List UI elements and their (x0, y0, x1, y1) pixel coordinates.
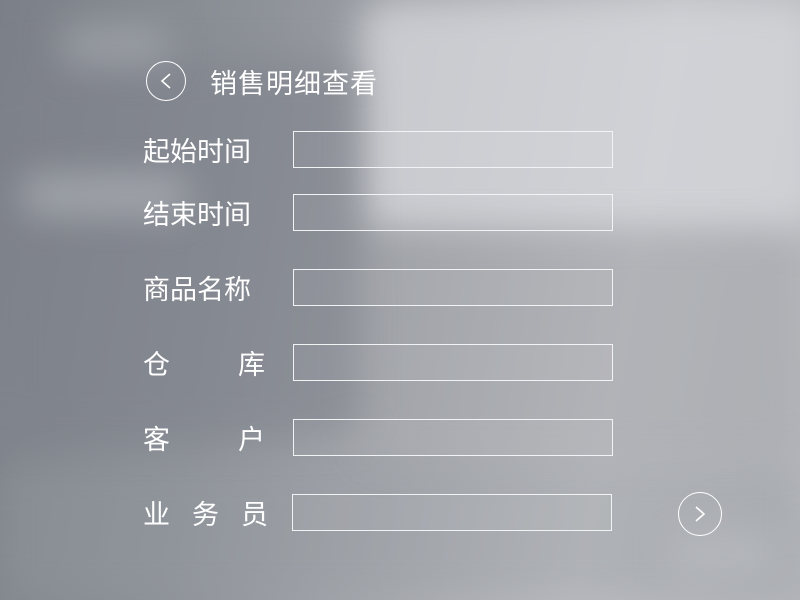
label-text: 户 (238, 424, 265, 456)
start-time-input[interactable] (293, 130, 613, 168)
end-time-input[interactable] (293, 193, 613, 231)
customer-input[interactable] (293, 418, 613, 456)
back-button[interactable] (146, 61, 186, 101)
label-text: 仓 (143, 349, 170, 381)
form-row-product-name: 商品名称 (143, 268, 613, 306)
next-button[interactable] (678, 492, 722, 536)
warehouse-label: 仓 库 (143, 343, 265, 382)
customer-label: 客 户 (143, 418, 265, 457)
form-row-warehouse: 仓 库 (143, 343, 613, 381)
end-time-label: 结束时间 (143, 193, 293, 232)
label-text: 库 (238, 349, 265, 381)
warehouse-input[interactable] (293, 343, 613, 381)
form-row-start-time: 起始时间 (143, 130, 613, 168)
page-header: 销售明细查看 (146, 60, 378, 102)
form-row-salesperson: 业 务 员 (143, 493, 612, 531)
background-blur (0, 60, 360, 440)
product-name-input[interactable] (293, 268, 613, 306)
label-text: 业 (143, 499, 170, 531)
label-text: 商品名称 (143, 274, 251, 306)
product-name-label: 商品名称 (143, 268, 293, 307)
page-title: 销售明细查看 (210, 68, 378, 100)
chevron-left-icon (160, 73, 171, 89)
form-row-end-time: 结束时间 (143, 193, 613, 231)
background-blur (60, 25, 170, 65)
label-text: 结束时间 (143, 199, 251, 231)
label-text: 起始时间 (143, 136, 251, 168)
form-row-customer: 客 户 (143, 418, 613, 456)
label-text: 务 (192, 499, 219, 531)
label-text: 员 (241, 499, 268, 531)
start-time-label: 起始时间 (143, 130, 293, 169)
background-blur (670, 535, 780, 575)
salesperson-label: 业 务 员 (143, 493, 268, 532)
label-text: 客 (143, 424, 170, 456)
chevron-right-icon (695, 506, 706, 522)
salesperson-input[interactable] (292, 493, 612, 531)
